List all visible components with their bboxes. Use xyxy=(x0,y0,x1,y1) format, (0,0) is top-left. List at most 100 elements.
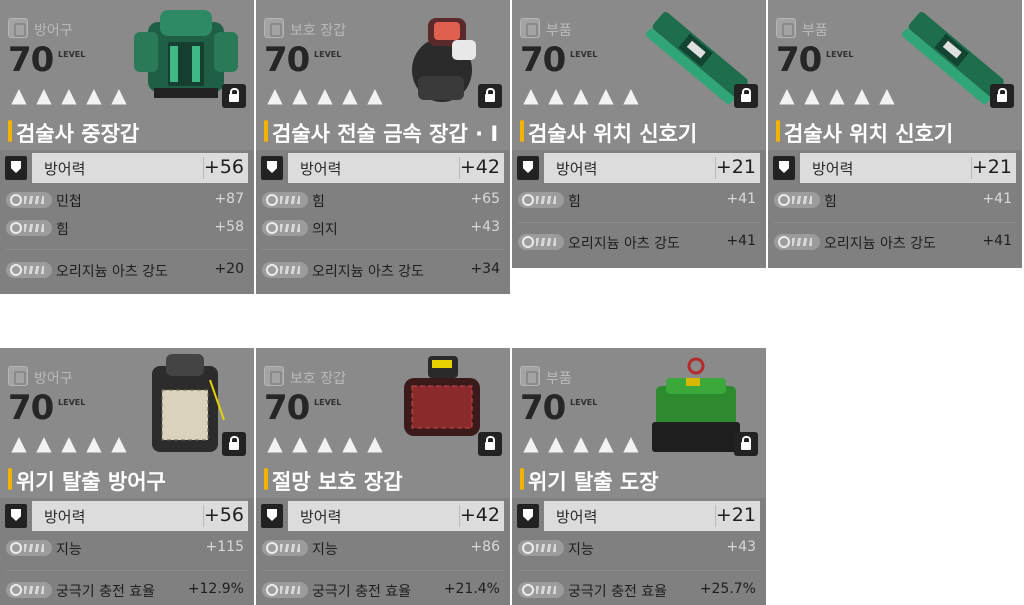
stat-gauge-icon xyxy=(6,582,52,598)
item-name: 위기 탈출 방어구 xyxy=(16,470,166,494)
level-value: 70 xyxy=(520,40,566,80)
star-icon: ▲ xyxy=(829,83,845,107)
star-icon: ▲ xyxy=(267,83,283,107)
star-icon: ▲ xyxy=(317,431,333,455)
stat-row: 궁극기 충전 효율 +25.7% xyxy=(512,579,766,601)
shield-icon xyxy=(261,156,283,180)
equipment-card[interactable]: 보호 장갑 70 LEVEL ▲ ▲ ▲ ▲ ▲ 검술사 전술 금속 장갑 · I 방어… xyxy=(256,0,510,294)
equipment-card[interactable]: 방어구 70 LEVEL ▲ ▲ ▲ ▲ ▲ 위기 탈출 방어구 방어력 +56 지능 … xyxy=(0,348,254,605)
red-gauntlet-image xyxy=(404,356,480,436)
star-icon: ▲ xyxy=(367,431,383,455)
vest-image xyxy=(152,354,225,452)
star-icon: ▲ xyxy=(779,83,795,107)
stat-gauge-icon xyxy=(262,262,308,278)
equipment-card[interactable]: 방어구 70 LEVEL ▲ ▲ ▲ ▲ ▲ 검술사 중장갑 방어력 +56 민첩 +8… xyxy=(0,0,254,294)
defense-row: 방어력 +56 xyxy=(0,501,254,531)
star-icon: ▲ xyxy=(342,83,358,107)
level-value: 70 xyxy=(8,388,54,428)
gloves-category-icon xyxy=(264,366,284,386)
equipment-card[interactable]: 보호 장갑 70 LEVEL ▲ ▲ ▲ ▲ ▲ 절망 보호 장갑 방어력 +42 지능… xyxy=(256,348,510,605)
shield-icon xyxy=(773,156,795,180)
stat-value: +12.9% xyxy=(187,581,244,597)
stat-label: 힘 xyxy=(312,194,325,210)
level-value: 70 xyxy=(520,388,566,428)
category-label: 부품 xyxy=(802,23,828,39)
item-name: 검술사 전술 금속 장갑 · I xyxy=(272,122,499,146)
lock-icon[interactable] xyxy=(734,84,758,108)
armor-category-icon xyxy=(8,18,28,38)
level-value: 70 xyxy=(264,40,310,80)
defense-label: 방어력 xyxy=(556,508,598,526)
stat-row: 오리지늄 아츠 강도 +41 xyxy=(512,231,766,253)
star-icon: ▲ xyxy=(36,431,52,455)
stat-label: 지능 xyxy=(312,542,338,558)
item-name: 검술사 중장갑 xyxy=(16,122,140,146)
item-name: 검술사 위치 신호기 xyxy=(528,122,698,146)
stat-value: +20 xyxy=(214,261,244,277)
rarity-stars: ▲ ▲ ▲ ▲ ▲ xyxy=(264,432,386,454)
defense-row: 방어력 +56 xyxy=(0,153,254,183)
equipment-card[interactable]: 부품 70 LEVEL ▲ ▲ ▲ ▲ ▲ 검술사 위치 신호기 방어력 +21 힘 +… xyxy=(512,0,766,268)
stat-gauge-icon xyxy=(518,234,564,250)
part-category-icon xyxy=(776,18,796,38)
stat-row: 궁극기 충전 효율 +21.4% xyxy=(256,579,510,601)
star-icon: ▲ xyxy=(111,83,127,107)
stat-row: 지능 +86 xyxy=(256,537,510,559)
lock-icon[interactable] xyxy=(478,84,502,108)
defense-label: 방어력 xyxy=(300,508,342,526)
level-label: LEVEL xyxy=(314,398,342,407)
part-category-icon xyxy=(520,18,540,38)
equipment-card[interactable]: 부품 70 LEVEL ▲ ▲ ▲ ▲ ▲ 위기 탈출 도장 방어력 +21 지능 +4… xyxy=(512,348,766,605)
gauntlet-image xyxy=(412,18,476,102)
category-label: 방어구 xyxy=(34,371,73,387)
stat-label: 궁극기 충전 효율 xyxy=(56,584,156,600)
stat-gauge-icon xyxy=(774,192,820,208)
star-icon: ▲ xyxy=(573,431,589,455)
level-label: LEVEL xyxy=(570,50,598,59)
defense-label: 방어력 xyxy=(812,160,854,178)
lock-icon[interactable] xyxy=(478,432,502,456)
item-name: 절망 보호 장갑 xyxy=(272,470,403,494)
rarity-stars: ▲ ▲ ▲ ▲ ▲ xyxy=(776,84,898,106)
rarity-stars: ▲ ▲ ▲ ▲ ▲ xyxy=(520,432,642,454)
equipment-card[interactable]: 부품 70 LEVEL ▲ ▲ ▲ ▲ ▲ 검술사 위치 신호기 방어력 +21 힘 +… xyxy=(768,0,1022,268)
level-value: 70 xyxy=(8,40,54,80)
star-icon: ▲ xyxy=(573,83,589,107)
stat-gauge-icon xyxy=(518,582,564,598)
lock-icon[interactable] xyxy=(222,432,246,456)
stat-row: 힘 +41 xyxy=(512,189,766,211)
rarity-stars: ▲ ▲ ▲ ▲ ▲ xyxy=(264,84,386,106)
shield-icon xyxy=(517,504,539,528)
star-icon: ▲ xyxy=(523,431,539,455)
stat-value: +34 xyxy=(470,261,500,277)
armor-category-icon xyxy=(8,366,28,386)
stat-label: 오리지늄 아츠 강도 xyxy=(824,236,936,252)
star-icon: ▲ xyxy=(598,83,614,107)
stat-row: 힘 +58 xyxy=(0,217,254,239)
star-icon: ▲ xyxy=(86,83,102,107)
stat-gauge-icon xyxy=(774,234,820,250)
star-icon: ▲ xyxy=(61,431,77,455)
stat-value: +21.4% xyxy=(443,581,500,597)
level-label: LEVEL xyxy=(826,50,854,59)
star-icon: ▲ xyxy=(11,431,27,455)
stat-label: 지능 xyxy=(56,542,82,558)
stat-label: 힘 xyxy=(568,194,581,210)
stat-label: 궁극기 충전 효율 xyxy=(312,584,412,600)
stat-gauge-icon xyxy=(262,582,308,598)
stat-label: 오리지늄 아츠 강도 xyxy=(568,236,680,252)
stat-value: +41 xyxy=(982,233,1012,249)
level-label: LEVEL xyxy=(58,50,86,59)
stat-value: +25.7% xyxy=(699,581,756,597)
star-icon: ▲ xyxy=(267,431,283,455)
lock-icon[interactable] xyxy=(734,432,758,456)
lock-icon[interactable] xyxy=(222,84,246,108)
stat-label: 힘 xyxy=(56,222,69,238)
lock-icon[interactable] xyxy=(990,84,1014,108)
star-icon: ▲ xyxy=(111,431,127,455)
part-category-icon xyxy=(520,366,540,386)
rarity-stars: ▲ ▲ ▲ ▲ ▲ xyxy=(8,432,130,454)
item-name: 위기 탈출 도장 xyxy=(528,470,659,494)
defense-row: 방어력 +21 xyxy=(768,153,1022,183)
stat-row: 오리지늄 아츠 강도 +20 xyxy=(0,259,254,281)
